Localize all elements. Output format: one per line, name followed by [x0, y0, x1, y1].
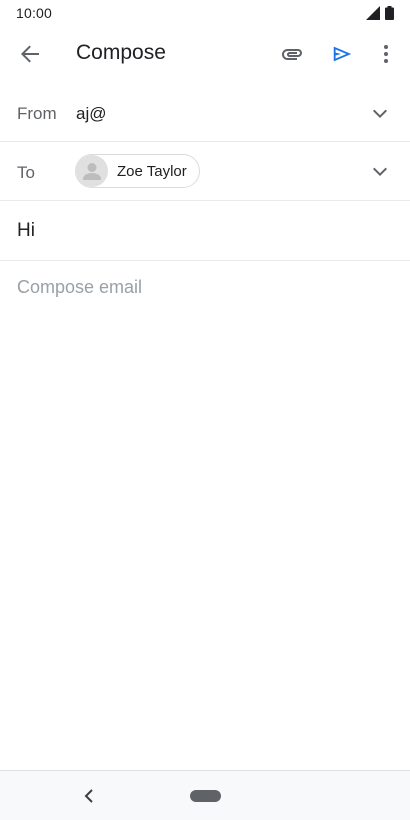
from-account[interactable]: aj@: [76, 104, 107, 124]
to-row[interactable]: To Zoe Taylor: [0, 142, 410, 201]
person-icon: [83, 163, 101, 180]
home-pill[interactable]: [190, 790, 221, 802]
status-time: 10:00: [16, 5, 53, 21]
battery-icon: [385, 6, 394, 20]
chevron-down-icon: [373, 109, 387, 118]
to-expand-button[interactable]: [356, 147, 404, 195]
subject-text: Hi: [17, 220, 35, 241]
body-placeholder: Compose email: [17, 277, 143, 297]
chevron-down-icon: [373, 167, 387, 176]
send-button[interactable]: [318, 30, 366, 78]
page-title: Compose: [76, 41, 166, 64]
nav-back-button[interactable]: [76, 783, 102, 809]
back-arrow-icon: [21, 45, 39, 63]
recipient-chip[interactable]: Zoe Taylor: [75, 154, 200, 188]
status-icons: [366, 6, 394, 20]
system-nav-bar: [0, 770, 410, 820]
avatar: [76, 155, 108, 187]
attach-button[interactable]: [268, 30, 316, 78]
body-field[interactable]: Compose email: [0, 262, 410, 768]
from-label: From: [17, 104, 57, 123]
to-label: To: [17, 163, 35, 182]
app-bar: Compose: [0, 26, 410, 82]
recipient-name: Zoe Taylor: [117, 162, 187, 180]
from-row: From aj@: [0, 84, 410, 142]
status-bar: 10:00: [0, 0, 410, 26]
more-vert-icon: [384, 45, 388, 63]
from-expand-button[interactable]: [356, 89, 404, 137]
more-options-button[interactable]: [362, 30, 410, 78]
nav-back-icon: [84, 789, 93, 803]
signal-icon: [366, 6, 380, 20]
send-icon: [333, 46, 352, 62]
subject-field[interactable]: Hi: [0, 201, 410, 261]
back-button[interactable]: [6, 30, 54, 78]
attachment-icon: [282, 49, 302, 60]
